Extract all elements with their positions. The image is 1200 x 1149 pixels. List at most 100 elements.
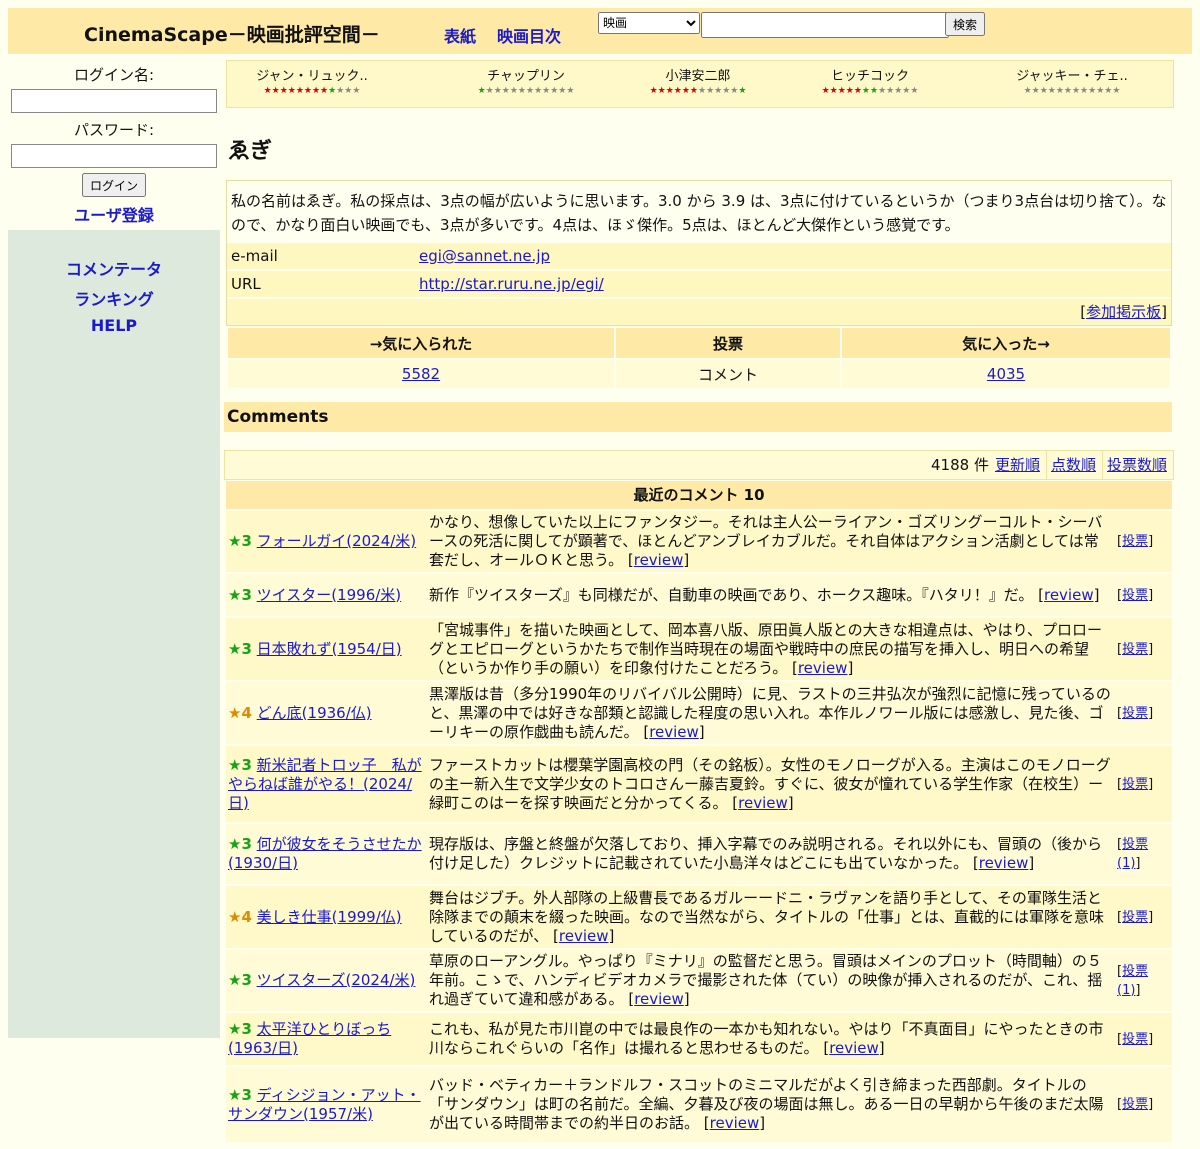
director-rating-bar: ジャン・リュック.. ★★★★★★★★★★★★ チャップリン ★★★★★★★★★… [226, 60, 1174, 108]
password-input[interactable] [11, 144, 217, 168]
vote-link[interactable]: 投票 [1122, 777, 1148, 792]
vote-link[interactable]: 投票 [1122, 1097, 1148, 1112]
vote-link[interactable]: 投票 [1122, 706, 1148, 721]
comment-text: これも、私が見た市川崑の中では最良作の一本かも知れない。やはり「不真面目」にやっ… [429, 1020, 1104, 1057]
director-name: 小津安二郎 [665, 69, 731, 84]
nav-top-link[interactable]: 表紙 [444, 23, 476, 47]
review-link[interactable]: review [1044, 586, 1094, 604]
vote-link[interactable]: 投票 [1122, 534, 1148, 549]
movie-link[interactable]: 日本敗れず(1954/日) [257, 640, 402, 658]
comment-row: ★3 太平洋ひとりぼっち(1963/日) これも、私が見た市川崑の中では最良作の… [226, 1011, 1172, 1066]
board-link[interactable]: 参加掲示板 [1086, 303, 1161, 321]
rating-star: ★3 [228, 971, 252, 989]
profile-url-row: URL http://star.ruru.ne.jp/egi/ [227, 269, 1171, 297]
vote-link[interactable]: 投票 [1122, 642, 1148, 657]
login-button[interactable]: ログイン [81, 173, 146, 197]
header-bar: CinemaScape－映画批評空間－ 表紙 映画目次 映画 検索 [8, 8, 1192, 54]
sort-updated-link[interactable]: 更新順 [995, 456, 1040, 474]
profile-box: 私の名前はゑぎ。私の採点は、3点の幅が広いように思います。3.0 から 3.9 … [226, 180, 1172, 326]
stats-header: 投票 [614, 326, 842, 360]
search-input[interactable] [701, 12, 949, 38]
search-button[interactable]: 検索 [945, 12, 986, 36]
profile-description: 私の名前はゑぎ。私の採点は、3点の幅が広いように思います。3.0 から 3.9 … [227, 181, 1171, 241]
director-item[interactable]: ジャン・リュック.. ★★★★★★★★★★★★ [227, 65, 397, 96]
rating-star: ★3 [228, 585, 252, 604]
sidebar-help-link[interactable]: HELP [8, 316, 220, 335]
vote-link[interactable]: 投票 [1122, 588, 1148, 603]
movie-link[interactable]: 何が彼女をそうさせたか(1930/日) [228, 835, 422, 872]
director-stars: ★★★★★★★★★★★★ [263, 86, 361, 96]
sidebar-ranking-link[interactable]: ランキング [8, 286, 220, 310]
rating-star: ★3 [228, 755, 252, 774]
comment-text: バッド・ベティカー＋ランドルフ・スコットのミニマルだがよく引き締まった西部劇。タ… [429, 1076, 1104, 1132]
rating-star: ★3 [228, 1020, 252, 1038]
movie-link[interactable]: ディシジョン・アット・サンダウン(1957/米) [228, 1086, 421, 1123]
review-link[interactable]: review [738, 794, 788, 812]
vote-link[interactable]: 投票 [1122, 1032, 1148, 1047]
password-label: パスワード: [73, 121, 155, 139]
movie-link[interactable]: ツイスター(1996/米) [257, 586, 401, 604]
comment-row: ★3 新米記者トロッ子 私がやらねば誰がやる！(2024/日) ファーストカット… [226, 744, 1172, 823]
comment-text: 舞台はジブチ。外人部隊の上級曹長であるガルーードニ・ラヴァンを語り手として、その… [429, 888, 1105, 945]
favorited-by-count-link[interactable]: 5582 [402, 365, 440, 383]
vote-link[interactable]: 投票(1) [1117, 837, 1148, 871]
site-logo[interactable]: CinemaScape－映画批評空間－ [84, 20, 380, 47]
review-link[interactable]: review [649, 723, 699, 741]
register-link[interactable]: ユーザ登録 [8, 202, 220, 226]
comments-heading: Comments [224, 402, 1172, 432]
email-label: e-mail [231, 247, 278, 265]
review-link[interactable]: review [979, 854, 1029, 872]
director-item[interactable]: ヒッチコック ★★★★★★★★★★★★ [785, 65, 955, 96]
sort-votes-link[interactable]: 投票数順 [1107, 456, 1167, 474]
rating-star: ★3 [228, 639, 252, 658]
vote-comment-cell: コメント [614, 358, 842, 390]
favorites-count-link[interactable]: 4035 [987, 365, 1025, 383]
movie-link[interactable]: 太平洋ひとりぼっち(1963/日) [228, 1020, 391, 1057]
nav-movie-index-link[interactable]: 映画目次 [497, 23, 561, 47]
stats-table: →気に入られた 投票 気に入った→ 5582 コメント 4035 [226, 326, 1172, 390]
director-item[interactable]: チャップリン ★★★★★★★★★★★★ [441, 65, 611, 96]
login-name-input[interactable] [11, 89, 217, 113]
user-name-title: ゑぎ [228, 139, 273, 164]
login-name-label: ログイン名: [73, 66, 155, 84]
sidebar-commentator-link[interactable]: コメンテータ [8, 256, 220, 280]
director-item[interactable]: 小津安二郎 ★★★★★★★★★★★★ [613, 65, 783, 96]
rating-star: ★3 [228, 532, 252, 550]
email-link[interactable]: egi@sannet.ne.jp [419, 243, 550, 269]
comment-row: ★3 ツイスター(1996/米) 新作『ツイスターズ』も同様だが、自動車の映画で… [226, 572, 1172, 617]
comment-row: ★3 日本敗れず(1954/日) 「宮城事件」を描いた映画として、岡本喜八版、原… [226, 616, 1172, 681]
vote-link[interactable]: 投票(1) [1117, 964, 1148, 998]
review-link[interactable]: review [559, 927, 609, 945]
movie-link[interactable]: ツイスターズ(2024/米) [257, 971, 416, 989]
comment-text: 黒澤版は昔（多分1990年のリバイバル公開時）に見、ラストの三井弘次が強烈に記憶… [429, 684, 1111, 741]
director-name: チャップリン [487, 69, 565, 84]
movie-link[interactable]: 新米記者トロッ子 私がやらねば誰がやる！(2024/日) [228, 756, 422, 812]
search-category-select[interactable]: 映画 [598, 12, 700, 34]
comment-row: ★3 何が彼女をそうさせたか(1930/日) 現存版は、序盤と終盤が欠落しており… [226, 822, 1172, 885]
sort-score-link[interactable]: 点数順 [1051, 456, 1096, 474]
review-link[interactable]: review [829, 1039, 879, 1057]
rating-star: ★3 [228, 1085, 252, 1104]
movie-link[interactable]: 美しき仕事(1999/仏) [257, 908, 402, 926]
movie-link[interactable]: フォールガイ(2024/米) [257, 532, 416, 550]
url-link[interactable]: http://star.ruru.ne.jp/egi/ [419, 271, 604, 297]
stats-header: →気に入られた [226, 326, 616, 360]
review-link[interactable]: review [710, 1114, 760, 1132]
comment-text: 「宮城事件」を描いた映画として、岡本喜八版、原田眞人版との大きな相違点は、やはり… [429, 620, 1103, 677]
director-name: ヒッチコック [830, 69, 909, 84]
comment-row: ★3 フォールガイ(2024/米) かなり、想像していた以上にファンタジー。それ… [226, 509, 1172, 573]
url-label: URL [231, 275, 261, 293]
vote-link[interactable]: 投票 [1122, 910, 1148, 925]
comment-text: 草原のローアングル。やっぱり『ミナリ』の監督だと思う。冒頭はメインのプロット（時… [429, 952, 1103, 1008]
comment-row: ★3 ツイスターズ(2024/米) 草原のローアングル。やっぱり『ミナリ』の監督… [226, 948, 1172, 1012]
profile-email-row: e-mail egi@sannet.ne.jp [227, 241, 1171, 269]
comment-row: ★4 どん底(1936/仏) 黒澤版は昔（多分1990年のリバイバル公開時）に見… [226, 680, 1172, 745]
director-stars: ★★★★★★★★★★★★ [477, 86, 575, 96]
login-panel: ログイン名: パスワード: ログイン ユーザ登録 [8, 58, 220, 230]
review-link[interactable]: review [798, 659, 848, 677]
review-link[interactable]: review [634, 551, 684, 569]
review-link[interactable]: review [634, 990, 684, 1008]
director-item[interactable]: ジャッキー・チェ.. ★★★★★★★★★★★★ [987, 65, 1157, 96]
movie-link[interactable]: どん底(1936/仏) [257, 704, 372, 722]
rating-star: ★4 [228, 907, 252, 926]
